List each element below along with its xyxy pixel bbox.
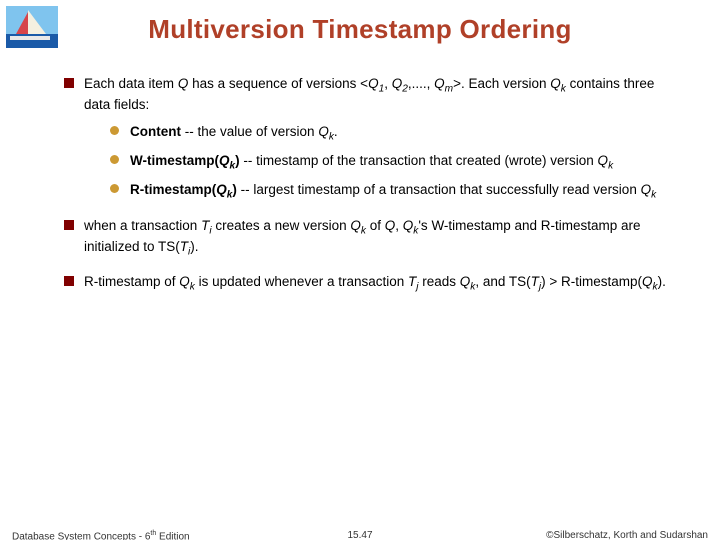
text: . — [334, 124, 338, 139]
slide-body: Each data item Q has a sequence of versi… — [0, 45, 720, 295]
text: , and TS( — [475, 274, 530, 289]
text: >. Each version — [453, 76, 550, 91]
text: ) > R-timestamp( — [541, 274, 642, 289]
var-T: T — [408, 274, 416, 289]
var-T: T — [180, 239, 188, 254]
slide-title: Multiversion Timestamp Ordering — [0, 0, 720, 45]
bullet-1: Each data item Q has a sequence of versi… — [60, 75, 680, 203]
text: -- largest timestamp of a transaction th… — [237, 182, 641, 197]
text: -- the value of version — [181, 124, 318, 139]
var-Qm: Q — [434, 76, 445, 91]
logo-image — [6, 6, 58, 48]
bullet-1b: W-timestamp(Qk) -- timestamp of the tran… — [104, 152, 680, 173]
sub-k: k — [651, 190, 656, 201]
var-Q2: Q — [392, 76, 403, 91]
sub-m: m — [445, 84, 453, 95]
text: , — [395, 218, 403, 233]
bullet-1a: Content -- the value of version Qk. — [104, 123, 680, 144]
text: has a sequence of versions < — [188, 76, 368, 91]
sub-k: k — [608, 161, 613, 172]
var-Qk: Q — [642, 274, 653, 289]
bullet-2: when a transaction Ti creates a new vers… — [60, 217, 680, 260]
var-Qk: Q — [318, 124, 329, 139]
var-Qk: Q — [641, 182, 652, 197]
text: ). — [658, 274, 666, 289]
var-Qk: Q — [403, 218, 414, 233]
footer-right: ©Silberschatz, Korth and Sudarshan — [546, 530, 708, 540]
var-Qk: Q — [219, 153, 230, 168]
footer-left: Database System Concepts - 6th Edition — [12, 530, 190, 540]
text: is updated whenever a transaction — [195, 274, 408, 289]
text: creates a new version — [212, 218, 351, 233]
var-Q: Q — [385, 218, 396, 233]
text: -- timestamp of the transaction that cre… — [240, 153, 598, 168]
label-rts: R-timestamp — [130, 182, 212, 197]
var-Qk: Q — [460, 274, 471, 289]
text: Edition — [156, 531, 189, 540]
text: Each data item — [84, 76, 178, 91]
bullet-1c: R-timestamp(Qk) -- largest timestamp of … — [104, 181, 680, 202]
text: reads — [419, 274, 460, 289]
footer-center: 15.47 — [347, 530, 372, 540]
var-Qk: Q — [598, 153, 609, 168]
var-Qk: Q — [179, 274, 190, 289]
text: , — [384, 76, 392, 91]
label-wts: W-timestamp — [130, 153, 215, 168]
var-Qk: Q — [216, 182, 227, 197]
var-Q: Q — [178, 76, 189, 91]
text: when a transaction — [84, 218, 201, 233]
text: Database System Concepts - 6 — [12, 531, 150, 540]
text: ). — [190, 239, 198, 254]
label-content: Content — [130, 124, 181, 139]
text: of — [366, 218, 385, 233]
text: R-timestamp of — [84, 274, 179, 289]
var-T: T — [531, 274, 539, 289]
var-Qk: Q — [350, 218, 361, 233]
var-Qk: Q — [550, 76, 561, 91]
var-Q1: Q — [368, 76, 379, 91]
bullet-3: R-timestamp of Qk is updated whenever a … — [60, 273, 680, 294]
text: ,...., — [408, 76, 434, 91]
